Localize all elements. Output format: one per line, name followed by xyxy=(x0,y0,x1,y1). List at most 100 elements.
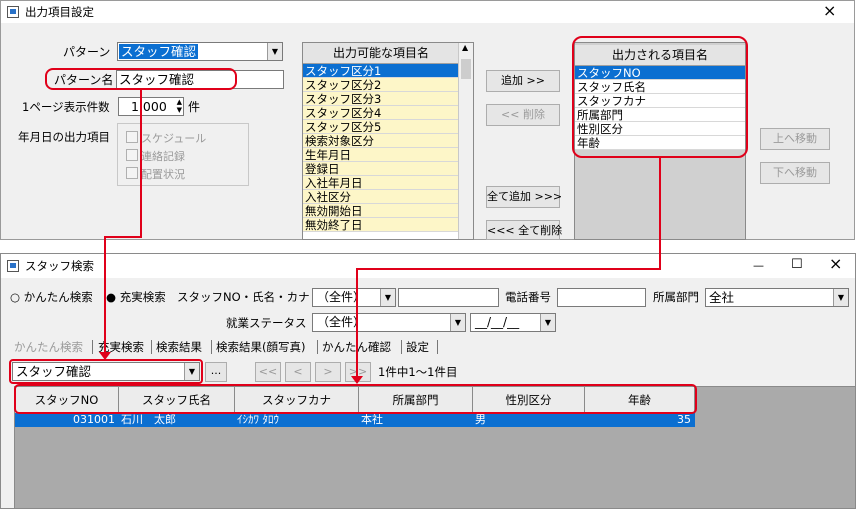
list-item[interactable]: 検索対象区分 xyxy=(303,134,459,148)
list-item[interactable]: スタッフ区分2 xyxy=(303,78,459,92)
list-item[interactable]: スタッフ区分5 xyxy=(303,120,459,134)
settings-titlebar: 出力項目設定 × xyxy=(1,1,854,23)
date-group-label: 年月日の出力項目 xyxy=(18,130,110,144)
connector-line xyxy=(356,268,358,378)
search-titlebar: スタッフ検索 — ☐ × xyxy=(1,254,855,278)
highlight-pattern-name xyxy=(45,68,237,90)
radio-full-label: 充実検索 xyxy=(119,290,166,304)
date-picker[interactable]: __/__/__ ▼ xyxy=(470,313,556,332)
per-page-label: 1ページ表示件数 xyxy=(22,100,110,114)
connector-line xyxy=(140,90,142,237)
first-page-button[interactable]: << xyxy=(255,362,281,382)
list-item[interactable]: 登録日 xyxy=(303,162,459,176)
close-icon[interactable]: × xyxy=(823,3,836,19)
radio-simple-search[interactable]: ○ かんたん検索 xyxy=(10,289,93,305)
app-icon xyxy=(7,6,19,18)
pattern-label: パターン xyxy=(63,45,111,59)
chevron-down-icon[interactable]: ▼ xyxy=(267,43,282,60)
stepper-arrows-icon[interactable]: ▲ ▼ xyxy=(177,98,182,114)
tab-simple-search[interactable]: かんたん検索 xyxy=(14,339,83,355)
work-status-label: 就業ステータス xyxy=(226,316,307,330)
check-placement[interactable]: 配置状況 xyxy=(126,166,185,182)
staff-keyword-input[interactable] xyxy=(398,288,499,307)
page-info: 1件中1～1件目 xyxy=(378,365,458,379)
scroll-up-icon[interactable]: ▲ xyxy=(462,43,468,52)
remove-button[interactable]: << 削除 xyxy=(486,104,560,126)
available-list-header: 出力可能な項目名 xyxy=(303,43,459,64)
cell-age: 35 xyxy=(677,413,691,426)
radio-simple-label: かんたん検索 xyxy=(23,290,93,304)
settings-title: 出力項目設定 xyxy=(25,5,94,19)
list-item[interactable]: スタッフ区分3 xyxy=(303,92,459,106)
radio-full-search[interactable]: ● 充実検索 xyxy=(106,289,166,305)
tab-divider xyxy=(401,340,402,354)
connector-line xyxy=(659,158,661,270)
list-item[interactable]: スタッフ区分4 xyxy=(303,106,459,120)
cell-dept: 本社 xyxy=(361,413,383,426)
check-contact-record[interactable]: 連絡記録 xyxy=(126,148,185,164)
dept-select-value: 全社 xyxy=(709,290,735,305)
connector-line xyxy=(356,268,661,270)
pattern-select-value: スタッフ確認 xyxy=(119,44,199,59)
scroll-thumb[interactable] xyxy=(461,59,471,79)
cell-staff-name: 石川 太郎 xyxy=(121,413,176,426)
cell-gender: 男 xyxy=(475,413,486,426)
arrow-down-icon xyxy=(351,376,363,384)
tab-divider xyxy=(151,340,152,354)
staff-field-select[interactable]: （全件） ▼ xyxy=(312,288,396,307)
tab-settings[interactable]: 設定 xyxy=(406,339,429,355)
pattern-select[interactable]: スタッフ確認 ▼ xyxy=(117,42,283,61)
list-item[interactable]: スタッフ区分1 xyxy=(303,64,459,78)
scrollbar[interactable]: ▲ xyxy=(458,43,473,239)
list-item[interactable]: 生年月日 xyxy=(303,148,459,162)
highlight-grid-columns xyxy=(14,384,697,414)
list-item[interactable]: 無効開始日 xyxy=(303,204,459,218)
table-row[interactable]: 031001 石川 太郎 ｲｼｶﾜ ﾀﾛｳ 本社 男 35 xyxy=(15,413,695,427)
ellipsis-button[interactable]: ... xyxy=(205,362,227,382)
cell-staff-kana: ｲｼｶﾜ ﾀﾛｳ xyxy=(237,413,279,426)
highlight-result-pattern xyxy=(9,359,203,384)
per-page-value: 1,000 xyxy=(131,99,167,114)
close-icon[interactable]: × xyxy=(829,256,842,272)
chevron-down-icon[interactable]: ▼ xyxy=(450,314,465,331)
remove-all-button[interactable]: <<< 全て削除 xyxy=(486,220,562,240)
available-items: スタッフ区分1 スタッフ区分2 スタッフ区分3 スタッフ区分4 スタッフ区分5 検索対象区… xyxy=(303,64,459,232)
arrow-down-icon xyxy=(99,352,111,360)
move-down-button[interactable]: 下へ移動 xyxy=(760,162,830,184)
check-schedule[interactable]: スケジュール xyxy=(126,130,206,146)
chevron-down-icon[interactable]: ▼ xyxy=(833,289,848,306)
date-picker-value: __/__/__ xyxy=(475,315,520,329)
per-page-stepper[interactable]: 1,000 ▲ ▼ xyxy=(118,97,184,116)
per-page-unit: 件 xyxy=(188,100,201,114)
add-all-button[interactable]: 全て追加 >>> xyxy=(486,186,562,208)
list-item[interactable]: 入社区分 xyxy=(303,190,459,204)
prev-page-button[interactable]: < xyxy=(285,362,311,382)
cell-staff-no: 031001 xyxy=(73,413,115,426)
minimize-icon[interactable]: — xyxy=(753,258,764,274)
maximize-icon[interactable]: ☐ xyxy=(791,257,803,273)
dept-label: 所属部門 xyxy=(653,290,699,304)
tab-search-results-photo[interactable]: 検索結果(顔写真) xyxy=(216,339,305,355)
tab-search-results[interactable]: 検索結果 xyxy=(156,339,202,355)
list-item[interactable]: 無効終了日 xyxy=(303,218,459,232)
add-button[interactable]: 追加 >> xyxy=(486,70,560,92)
date-group-box: スケジュール 連絡記録 配置状況 xyxy=(117,123,249,186)
chevron-down-icon[interactable]: ▼ xyxy=(380,289,395,306)
connector-line xyxy=(104,236,142,238)
list-item[interactable]: 入社年月日 xyxy=(303,176,459,190)
highlight-output-list xyxy=(572,36,748,158)
dept-select[interactable]: 全社 ▼ xyxy=(705,288,849,307)
tab-divider xyxy=(92,340,93,354)
next-page-button[interactable]: > xyxy=(315,362,341,382)
tab-divider xyxy=(317,340,318,354)
connector-line xyxy=(104,236,106,354)
available-list[interactable]: 出力可能な項目名 スタッフ区分1 スタッフ区分2 スタッフ区分3 スタッフ区分4 スタッ… xyxy=(302,42,474,240)
move-up-button[interactable]: 上へ移動 xyxy=(760,128,830,150)
staff-field-label: スタッフNO・氏名・カナ xyxy=(177,290,310,304)
phone-label: 電話番号 xyxy=(505,290,551,304)
phone-input[interactable] xyxy=(557,288,646,307)
tab-divider xyxy=(211,340,212,354)
work-status-select[interactable]: （全件） ▼ xyxy=(312,313,466,332)
tab-divider xyxy=(437,340,438,354)
chevron-down-icon[interactable]: ▼ xyxy=(540,314,555,331)
